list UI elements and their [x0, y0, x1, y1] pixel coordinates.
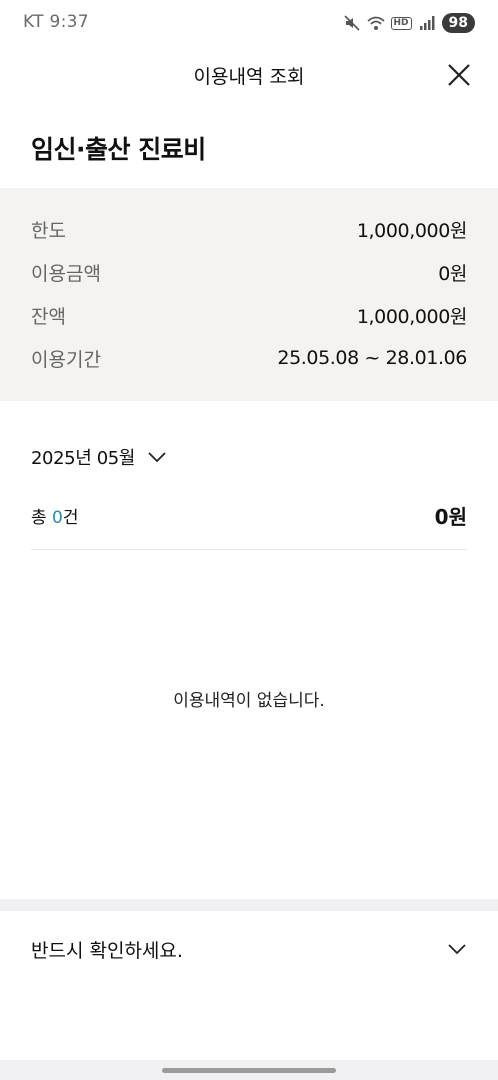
- header: 이용내역 조회: [0, 50, 498, 98]
- section-divider: [0, 899, 498, 911]
- total-count: 0: [52, 507, 63, 528]
- summary-value: 25.05.08 ~ 28.01.06: [277, 347, 467, 369]
- summary-label: 잔액: [31, 305, 66, 328]
- notice-title: 반드시 확인하세요.: [31, 939, 183, 962]
- mute-icon: [343, 15, 360, 31]
- summary-value: 0원: [438, 262, 467, 285]
- status-bar: KT 9:37 HD 98: [0, 0, 498, 46]
- month-selector-value: 2025년 05월: [31, 448, 135, 469]
- empty-state-message: 이용내역이 없습니다.: [173, 691, 325, 711]
- status-icons: HD 98: [343, 12, 475, 34]
- summary-label: 이용금액: [31, 262, 101, 285]
- summary-row-limit: 한도 1,000,000원: [31, 214, 467, 244]
- summary-label: 한도: [31, 219, 66, 242]
- battery-indicator: 98: [441, 13, 475, 33]
- month-selector[interactable]: 2025년 05월: [31, 442, 167, 472]
- summary-value: 1,000,000원: [356, 305, 468, 328]
- total-row: 총 0건 0원: [31, 500, 467, 530]
- chevron-down-icon: [448, 944, 466, 955]
- hd-voice-icon: HD: [390, 16, 412, 30]
- signal-icon: [419, 16, 435, 30]
- status-carrier-time: KT 9:37: [23, 12, 89, 32]
- summary-row-balance: 잔액 1,000,000원: [31, 300, 467, 330]
- total-suffix: 건: [62, 507, 79, 528]
- total-count-text: 총 0건: [31, 503, 79, 528]
- home-indicator[interactable]: [162, 1068, 336, 1073]
- divider: [31, 549, 467, 550]
- header-title: 이용내역 조회: [193, 66, 305, 88]
- notice-accordion[interactable]: 반드시 확인하세요.: [31, 932, 467, 966]
- summary-row-used-amount: 이용금액 0원: [31, 257, 467, 287]
- total-amount: 0원: [434, 504, 467, 529]
- navigation-bar: [0, 1060, 498, 1080]
- wifi-icon: [366, 16, 385, 30]
- chevron-down-icon: [148, 452, 166, 463]
- summary-value: 1,000,000원: [356, 219, 468, 242]
- screen: KT 9:37 HD 98 이용내역 조회 임신·출산 진료비 한도 1,000…: [0, 0, 498, 1080]
- summary-row-period: 이용기간 25.05.08 ~ 28.01.06: [31, 343, 467, 373]
- summary-label: 이용기간: [31, 348, 101, 371]
- total-prefix: 총: [31, 507, 53, 528]
- summary-panel: 한도 1,000,000원 이용금액 0원 잔액 1,000,000원 이용기간…: [0, 188, 498, 401]
- page-title: 임신·출산 진료비: [31, 135, 206, 164]
- close-icon[interactable]: [446, 62, 472, 88]
